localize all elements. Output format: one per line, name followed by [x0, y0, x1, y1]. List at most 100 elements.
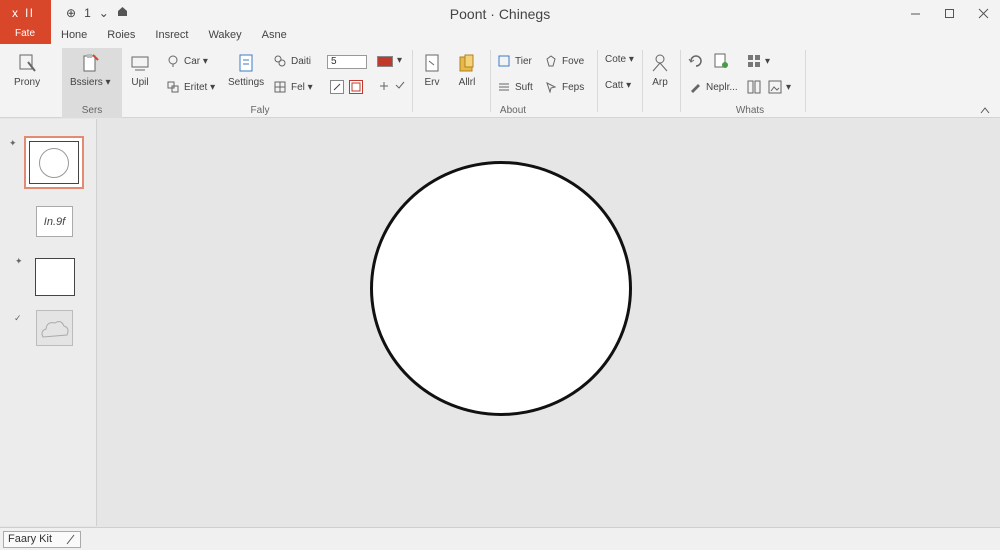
document-settings-icon	[235, 52, 257, 74]
fel-dropdown[interactable]: Fel ▾	[273, 80, 313, 94]
tab-roies[interactable]: Roies	[97, 26, 145, 44]
ribbon: Prony Bssiers ▾ Upil Car ▾ Eritet ▾ Sett…	[0, 44, 1000, 118]
cote-dropdown[interactable]: Cote ▾	[605, 54, 634, 65]
qat-dropdown-icon[interactable]: ⌄	[99, 6, 109, 20]
fove-label: Fove	[562, 55, 585, 67]
settings-label: Settings	[228, 77, 265, 88]
tab-asne[interactable]: Asne	[252, 26, 297, 44]
check-icon[interactable]	[395, 80, 405, 90]
arrange-icon[interactable]	[747, 80, 761, 94]
suft-button[interactable]: Suft	[497, 80, 533, 94]
group-separator	[490, 50, 491, 112]
slide-thumbnail-3[interactable]	[35, 258, 75, 296]
group-label-about: About	[499, 105, 527, 116]
thumbnail-circle	[39, 147, 69, 178]
suft-label: Suft	[515, 81, 533, 93]
slide-canvas[interactable]	[98, 119, 1000, 526]
eritet-label: Eritet ▾	[184, 81, 216, 93]
arp-button[interactable]: Arp	[649, 52, 671, 88]
person-icon	[649, 52, 671, 74]
close-button[interactable]	[966, 0, 1000, 26]
link-icon	[273, 54, 287, 68]
highlight-icon[interactable]	[349, 80, 363, 94]
daiti-button[interactable]: Daiti	[273, 54, 311, 68]
daiti-label: Daiti	[291, 55, 312, 67]
maximize-button[interactable]	[932, 0, 966, 26]
group-separator	[680, 50, 681, 112]
quick-access-toolbar: ⊕ 1 ⌄	[66, 6, 128, 20]
grid-icon[interactable]: ▾	[747, 54, 770, 68]
picture-icon[interactable]: ▾	[768, 80, 791, 94]
replace-icon	[166, 80, 180, 94]
align-icon	[497, 80, 511, 94]
font-size-input[interactable]: 5	[327, 55, 367, 69]
group-label-sers: Sers	[81, 105, 103, 116]
eritet-dropdown[interactable]: Eritet ▾	[166, 80, 215, 94]
redo-icon[interactable]: ⊕	[66, 6, 76, 20]
edit-icon	[66, 532, 76, 550]
grid-dropdown-label: ▾	[765, 55, 771, 67]
save-icon[interactable]	[117, 6, 128, 20]
group-label-whats: Whats	[735, 105, 765, 116]
catt-label: Catt ▾	[605, 80, 632, 91]
car-dropdown[interactable]: Car ▾	[166, 54, 208, 68]
star-icon: ✦	[15, 256, 23, 266]
slide-thumbnail-2-text: In.9f	[43, 215, 66, 228]
slide-thumbnail-1[interactable]	[24, 136, 84, 189]
app-logo-icon: x ll	[12, 6, 35, 20]
color-dropdown-icon[interactable]: ▾	[397, 55, 402, 66]
check-icon: ✓	[14, 313, 22, 323]
slide-thumbnail-4[interactable]	[36, 310, 73, 346]
window-controls	[898, 0, 1000, 26]
status-indicator[interactable]: Faary Kit	[3, 531, 81, 548]
bssiers-label: Bssiers ▾	[70, 77, 111, 88]
table-icon	[273, 80, 287, 94]
tab-wakey[interactable]: Wakey	[198, 26, 251, 44]
new-page-icon[interactable]	[713, 53, 729, 69]
settings-button[interactable]: Settings	[228, 52, 264, 88]
upil-button[interactable]: Upil	[129, 52, 151, 88]
fove-button[interactable]: Fove	[544, 54, 584, 68]
star-icon: ✦	[9, 138, 17, 148]
allrl-button[interactable]: Allrl	[456, 52, 478, 88]
prony-button[interactable]: Prony	[14, 52, 40, 88]
fel-label: Fel ▾	[291, 81, 313, 93]
picture-dropdown-label: ▾	[786, 81, 792, 93]
app-badge[interactable]: x ll Fate	[0, 0, 51, 44]
paint-brush-icon	[16, 52, 38, 74]
neplr-label: Neplr...	[706, 81, 738, 93]
file-tab[interactable]: Fate	[15, 28, 35, 39]
undo-count[interactable]: 1	[84, 6, 91, 20]
neplr-button[interactable]: Neplr...	[688, 80, 738, 94]
layout-icon	[129, 52, 151, 74]
document-title: Poont · Chinegs	[449, 6, 551, 22]
paste-icon	[79, 52, 101, 74]
undo-icon[interactable]	[688, 53, 704, 69]
feps-button[interactable]: Feps	[544, 80, 584, 94]
bucket-icon	[544, 54, 558, 68]
document-icon	[421, 52, 443, 74]
group-separator	[412, 50, 413, 112]
effects-icon[interactable]	[378, 80, 390, 92]
pen-icon[interactable]	[330, 80, 344, 94]
status-bar: Faary Kit	[0, 527, 1000, 550]
tab-hone[interactable]: Hone	[51, 26, 97, 44]
bssiers-button[interactable]: Bssiers ▾	[70, 52, 111, 88]
circle-shape[interactable]	[370, 161, 632, 416]
select-icon	[544, 80, 558, 94]
cote-label: Cote ▾	[605, 54, 634, 65]
upil-label: Upil	[131, 77, 149, 88]
collapse-ribbon-icon[interactable]	[980, 106, 990, 117]
title-bar: ⊕ 1 ⌄ Poont · Chinegs	[0, 0, 1000, 26]
group-separator	[597, 50, 598, 112]
font-color-swatch[interactable]	[377, 56, 393, 67]
slide-thumbnail-2[interactable]: In.9f	[36, 206, 73, 237]
erv-button[interactable]: Erv	[421, 52, 443, 88]
tier-button[interactable]: Tier	[497, 54, 532, 68]
minimize-button[interactable]	[898, 0, 932, 26]
car-label: Car ▾	[184, 55, 208, 67]
catt-dropdown[interactable]: Catt ▾	[605, 80, 631, 91]
frame-icon	[497, 54, 511, 68]
tab-insrect[interactable]: Insrect	[145, 26, 198, 44]
prony-label: Prony	[14, 77, 41, 88]
